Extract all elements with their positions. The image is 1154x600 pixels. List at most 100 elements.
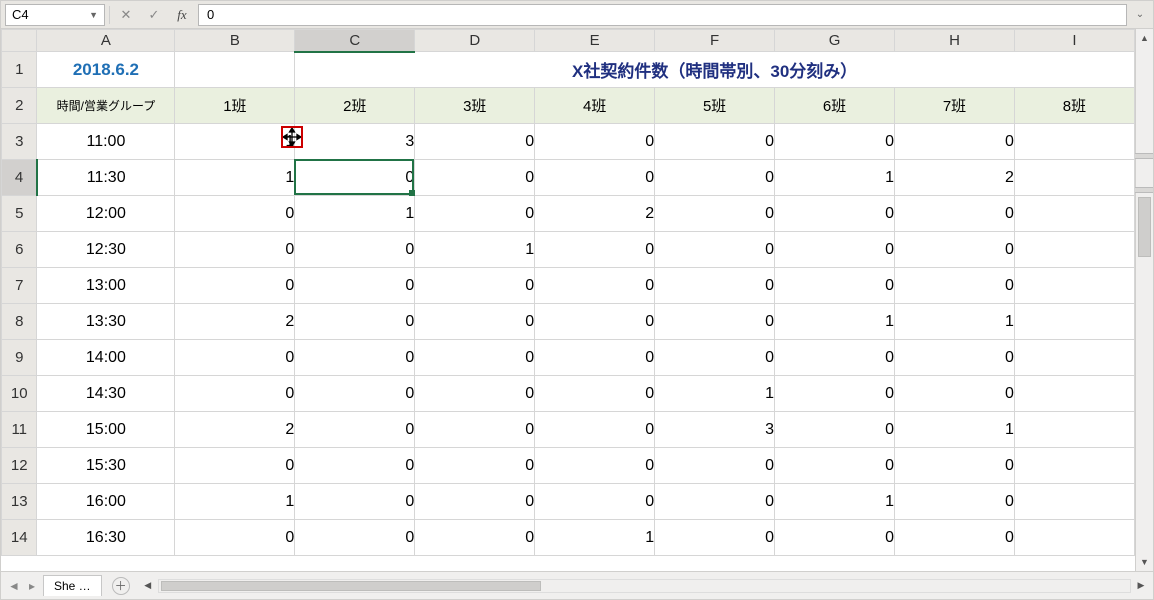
data-cell[interactable] xyxy=(1014,376,1134,412)
group-header-6[interactable]: 6班 xyxy=(775,88,895,124)
data-cell[interactable] xyxy=(1014,304,1134,340)
scroll-right-button[interactable]: ▶ xyxy=(1133,580,1149,591)
spreadsheet-grid[interactable]: ABCDEFGHI 12018.6.2X社契約件数（時間帯別、30分刻み）2時間… xyxy=(1,29,1135,556)
data-cell[interactable]: 0 xyxy=(655,484,775,520)
time-cell[interactable]: 11:30 xyxy=(37,160,175,196)
scroll-up-button[interactable]: ▲ xyxy=(1136,29,1153,47)
data-cell[interactable]: 0 xyxy=(655,160,775,196)
enter-formula-button[interactable]: ✓ xyxy=(142,4,166,26)
hscroll-track[interactable] xyxy=(158,579,1131,593)
data-cell[interactable]: 0 xyxy=(175,340,295,376)
data-cell[interactable]: 1 xyxy=(775,160,895,196)
time-cell[interactable]: 13:30 xyxy=(37,304,175,340)
data-cell[interactable]: 0 xyxy=(175,520,295,556)
add-sheet-button[interactable]: ＋ xyxy=(112,577,130,595)
data-cell[interactable]: 0 xyxy=(535,376,655,412)
data-cell[interactable]: 0 xyxy=(655,304,775,340)
row-header-3[interactable]: 3 xyxy=(2,124,37,160)
row-header-4[interactable]: 4 xyxy=(2,160,37,196)
group-header-8[interactable]: 8班 xyxy=(1014,88,1134,124)
row-header-14[interactable]: 14 xyxy=(2,520,37,556)
data-cell[interactable]: 0 xyxy=(895,124,1015,160)
name-box[interactable]: C4 ▼ xyxy=(5,4,105,26)
data-cell[interactable]: 0 xyxy=(415,520,535,556)
data-cell[interactable]: 0 xyxy=(895,376,1015,412)
data-cell[interactable]: 0 xyxy=(655,268,775,304)
data-cell[interactable]: 1 xyxy=(295,196,415,232)
column-header-C[interactable]: C xyxy=(295,30,415,52)
time-cell[interactable]: 14:30 xyxy=(37,376,175,412)
data-cell[interactable]: 0 xyxy=(295,160,415,196)
row-header-2[interactable]: 2 xyxy=(2,88,37,124)
data-cell[interactable]: 0 xyxy=(895,232,1015,268)
data-cell[interactable]: 0 xyxy=(775,232,895,268)
row-header-9[interactable]: 9 xyxy=(2,340,37,376)
data-cell[interactable]: 0 xyxy=(295,304,415,340)
data-cell[interactable]: 0 xyxy=(535,124,655,160)
data-cell[interactable]: 0 xyxy=(775,448,895,484)
data-cell[interactable]: 1 xyxy=(175,124,295,160)
data-cell[interactable]: 1 xyxy=(895,304,1015,340)
data-cell[interactable]: 0 xyxy=(655,124,775,160)
data-cell[interactable] xyxy=(1014,520,1134,556)
data-cell[interactable]: 0 xyxy=(775,268,895,304)
data-cell[interactable] xyxy=(1014,160,1134,196)
data-cell[interactable]: 0 xyxy=(295,232,415,268)
insert-function-button[interactable]: fx xyxy=(170,4,194,26)
time-cell[interactable]: 15:30 xyxy=(37,448,175,484)
data-cell[interactable]: 0 xyxy=(895,268,1015,304)
data-cell[interactable]: 0 xyxy=(535,232,655,268)
data-cell[interactable]: 0 xyxy=(295,412,415,448)
vscroll-track[interactable] xyxy=(1136,47,1153,553)
data-cell[interactable] xyxy=(1014,268,1134,304)
data-cell[interactable]: 0 xyxy=(415,268,535,304)
group-header-3[interactable]: 3班 xyxy=(415,88,535,124)
split-handle-top[interactable] xyxy=(1135,153,1153,159)
time-cell[interactable]: 15:00 xyxy=(37,412,175,448)
data-cell[interactable]: 0 xyxy=(775,520,895,556)
column-header-H[interactable]: H xyxy=(895,30,1015,52)
time-cell[interactable]: 16:30 xyxy=(37,520,175,556)
data-cell[interactable]: 0 xyxy=(535,448,655,484)
row-header-11[interactable]: 11 xyxy=(2,412,37,448)
group-header-5[interactable]: 5班 xyxy=(655,88,775,124)
data-cell[interactable]: 2 xyxy=(895,160,1015,196)
column-header-A[interactable]: A xyxy=(37,30,175,52)
data-cell[interactable]: 0 xyxy=(175,376,295,412)
data-cell[interactable]: 1 xyxy=(175,160,295,196)
data-cell[interactable]: 1 xyxy=(415,232,535,268)
formula-input[interactable]: 0 xyxy=(198,4,1127,26)
column-header-F[interactable]: F xyxy=(655,30,775,52)
tab-nav-first-icon[interactable]: ◄ xyxy=(7,579,21,593)
data-cell[interactable]: 0 xyxy=(175,268,295,304)
row-header-10[interactable]: 10 xyxy=(2,376,37,412)
data-cell[interactable]: 0 xyxy=(655,232,775,268)
data-cell[interactable]: 2 xyxy=(175,304,295,340)
vscroll-thumb[interactable] xyxy=(1138,197,1151,257)
time-cell[interactable]: 12:00 xyxy=(37,196,175,232)
data-cell[interactable]: 2 xyxy=(535,196,655,232)
data-cell[interactable]: 0 xyxy=(175,196,295,232)
column-header-G[interactable]: G xyxy=(775,30,895,52)
data-cell[interactable]: 0 xyxy=(895,340,1015,376)
data-cell[interactable]: 0 xyxy=(895,484,1015,520)
data-cell[interactable]: 0 xyxy=(535,160,655,196)
time-cell[interactable]: 14:00 xyxy=(37,340,175,376)
data-cell[interactable]: 0 xyxy=(535,268,655,304)
date-cell[interactable]: 2018.6.2 xyxy=(37,52,175,88)
data-cell[interactable]: 0 xyxy=(535,412,655,448)
data-cell[interactable] xyxy=(1014,196,1134,232)
data-cell[interactable]: 0 xyxy=(415,376,535,412)
hscroll-thumb[interactable] xyxy=(161,581,541,591)
data-cell[interactable]: 0 xyxy=(295,268,415,304)
data-cell[interactable]: 2 xyxy=(175,412,295,448)
scroll-down-button[interactable]: ▼ xyxy=(1136,553,1153,571)
data-cell[interactable]: 0 xyxy=(895,448,1015,484)
data-cell[interactable]: 0 xyxy=(535,340,655,376)
sheet-tab[interactable]: She … xyxy=(43,575,102,596)
row-header-6[interactable]: 6 xyxy=(2,232,37,268)
data-cell[interactable]: 0 xyxy=(295,484,415,520)
data-cell[interactable]: 0 xyxy=(295,520,415,556)
group-header-2[interactable]: 2班 xyxy=(295,88,415,124)
column-header-E[interactable]: E xyxy=(535,30,655,52)
